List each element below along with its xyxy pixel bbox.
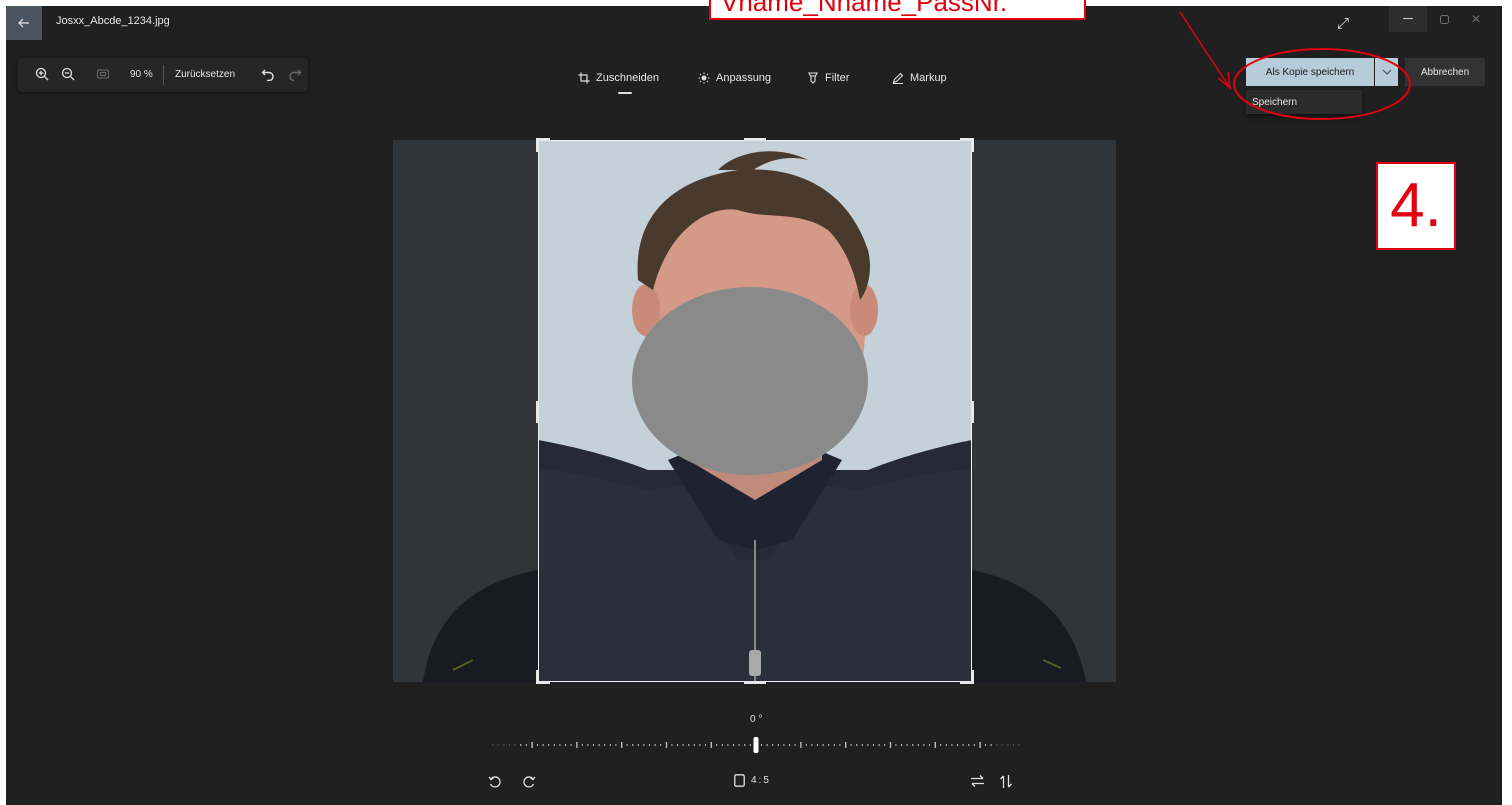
step-number-text: 4.: [1390, 171, 1442, 240]
filename-callout: Vname_Nname_PassNr.: [709, 0, 1086, 20]
annotation-arrow-and-circle: [1179, 11, 1411, 120]
step-number-badge: 4.: [1376, 162, 1456, 250]
filename-callout-text: Vname_Nname_PassNr.: [721, 0, 1008, 17]
